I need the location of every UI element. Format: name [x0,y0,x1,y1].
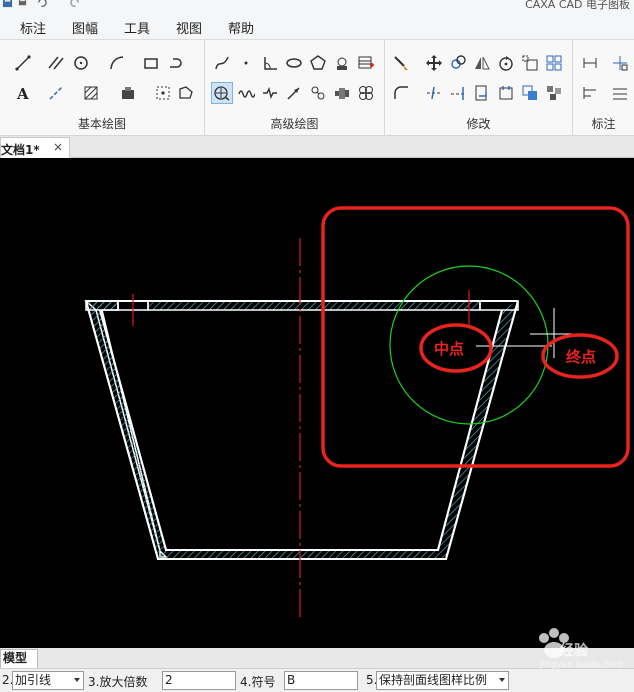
tab-tools[interactable]: 工具 [124,18,150,37]
menu-bar: 标注 图幅 工具 视图 帮助 [0,12,634,40]
hatch-scale-value: 保持剖面线图样比例 [379,673,488,687]
wave-line-icon[interactable] [235,82,257,104]
ellipse-tool-icon[interactable] [283,52,305,74]
model-tab[interactable]: 模型 [0,649,38,668]
chevron-down-icon [499,678,505,682]
erase-tool-icon[interactable] [390,52,412,74]
line-tool-icon[interactable] [12,52,34,74]
extend-tool-icon[interactable] [447,82,469,104]
bottom-band [158,550,446,559]
group-basic-drawing: A 基本绘图 [0,40,205,136]
point-dot-icon[interactable] [235,52,257,74]
midpoint-label: 中点 [434,340,465,358]
print-icon[interactable] [17,0,28,8]
top-rim-left [85,300,119,311]
explode-tool-icon[interactable] [543,82,565,104]
document-tab-bar: 文档1* × [0,136,634,158]
copy-tool-icon[interactable] [447,52,469,74]
quick-access-toolbar: CAXA CAD 电子图板 [0,0,634,12]
endpoint-label: 终点 [566,348,597,366]
move-tool-icon[interactable] [423,52,445,74]
drawing-canvas[interactable]: 中点 终点 [0,158,634,648]
drawing-svg [84,206,630,620]
save-icon[interactable] [2,0,13,8]
scale-factor-label: 3.放大倍数 [88,675,148,689]
coordinate-dim-icon[interactable] [609,52,631,74]
symbol-input[interactable]: B [284,671,358,690]
group-label-modify: 修改 [466,117,491,131]
fillet-tool-icon[interactable] [390,82,412,104]
array-tool-icon[interactable] [543,52,565,74]
tab-help[interactable]: 帮助 [228,18,254,37]
cloud-tool-icon[interactable] [355,82,377,104]
leader-option-select[interactable]: 加引线 [12,671,84,690]
image-tool-icon[interactable] [175,82,197,104]
watermark-text: 经验 [560,643,588,659]
local-zoom-icon[interactable] [211,82,233,104]
left-band [86,301,166,559]
hatch-scale-select[interactable]: 保持剖面线图样比例 [376,671,509,690]
ribbon: A 基本绘图 高级绘图 修改 标注 [0,40,634,136]
arc-tool-icon[interactable] [106,52,128,74]
chevron-down-icon [74,678,80,682]
group-label-dimension: 标注 [591,117,616,131]
leader-option-value: 加引线 [15,673,52,687]
hatch-tool-icon[interactable] [80,82,102,104]
top-rim-center [147,300,481,311]
polygon-tool-icon[interactable] [307,52,329,74]
centerline-tool-icon[interactable] [45,82,67,104]
app-title: CAXA CAD 电子图板 [525,0,630,11]
scale-factor-input[interactable]: 2 [162,671,236,690]
zoom-circle [389,265,549,425]
parallel-line-icon[interactable] [45,52,67,74]
immediate-menu: 2. 加引线 3.放大倍数 2 4.符号 B 5. 保持剖面线图样比例 [0,668,634,692]
dimension-tool-icon[interactable] [579,52,601,74]
break-tool-icon[interactable] [471,82,493,104]
group-advanced-drawing: 高级绘图 [205,40,385,136]
document-tab[interactable]: 文档1* × [0,137,70,158]
polyline-tool-icon[interactable] [165,52,187,74]
tab-annotate[interactable]: 标注 [20,18,46,37]
arrow-tool-icon[interactable] [283,82,305,104]
text-tool-icon[interactable]: A [12,82,34,104]
undo-icon[interactable] [36,0,47,8]
baseline-dim-icon[interactable] [579,82,601,104]
leader-dim-icon[interactable] [609,82,631,104]
break-line-icon[interactable] [259,82,281,104]
scale-tool-icon[interactable] [519,52,541,74]
mirror-tool-icon[interactable] [471,52,493,74]
center-mark-icon[interactable] [331,52,353,74]
circle-tool-icon[interactable] [70,52,92,74]
spline-tool-icon[interactable] [211,52,233,74]
rotate-tool-icon[interactable] [495,52,517,74]
symbol-label: 4.符号 [240,675,276,689]
close-icon[interactable]: × [53,140,63,154]
watermark-url: jingyan.baidu.com [540,660,624,670]
baidu-watermark-logo [539,628,569,658]
tab-view[interactable]: 视图 [176,18,202,37]
angle-line-icon[interactable] [259,52,281,74]
group-label-basic-drawing: 基本绘图 [77,117,126,131]
hole-tool-icon[interactable] [307,82,329,104]
tab-drawing-frame[interactable]: 图幅 [72,18,98,37]
block-tool-icon[interactable] [117,82,139,104]
group-label-advanced-drawing: 高级绘图 [270,117,319,131]
offset-tool-icon[interactable] [519,82,541,104]
stretch-tool-icon[interactable] [495,82,517,104]
document-tab-label: 文档1* [1,143,40,157]
point-tool-icon[interactable] [152,82,174,104]
rectangle-tool-icon[interactable] [140,52,162,74]
redo-icon[interactable] [70,0,81,8]
group-dimension: 标注 [573,40,634,136]
svg-text:A: A [16,85,29,102]
shaft-tool-icon[interactable] [331,82,353,104]
trim-tool-icon[interactable] [423,82,445,104]
group-modify: 修改 [385,40,573,136]
table-tool-icon[interactable] [355,52,377,74]
